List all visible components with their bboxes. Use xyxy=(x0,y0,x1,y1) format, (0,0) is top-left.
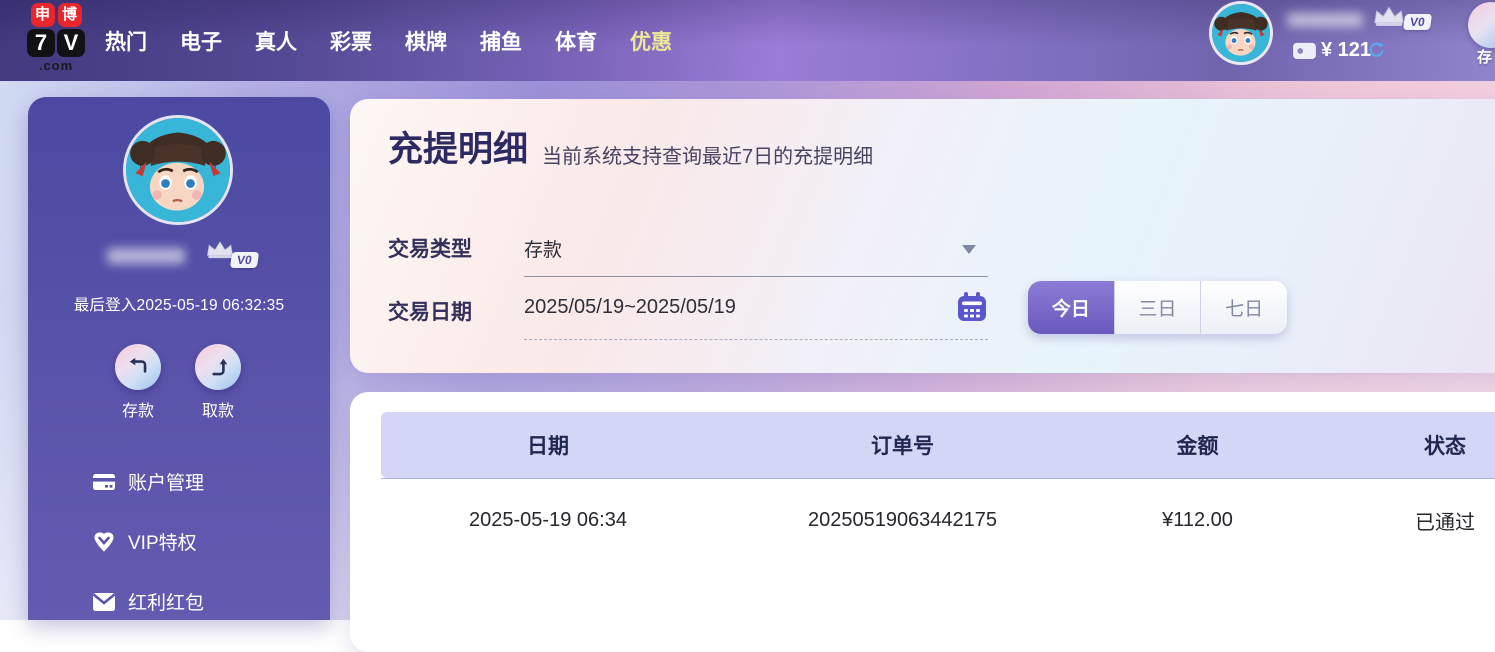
chevron-down-icon[interactable] xyxy=(962,245,976,261)
main-nav: 热门 电子 真人 彩票 棋牌 捕鱼 体育 优惠 xyxy=(105,0,672,81)
nav-item-cards[interactable]: 棋牌 xyxy=(405,26,447,56)
range-3day-button[interactable]: 三日 xyxy=(1114,281,1201,334)
brand-badge-1: 申 xyxy=(31,3,55,27)
nav-item-fishing[interactable]: 捕鱼 xyxy=(480,26,522,56)
username-blurred xyxy=(107,248,185,264)
table-header-row: 日期 订单号 金额 状态 xyxy=(381,412,1495,478)
brand-key-v: V xyxy=(57,29,85,57)
deposit-arrow-icon xyxy=(125,354,151,380)
sidebar: V0 最后登入2025-05-19 06:32:35 存款 取款 账户管理 VI… xyxy=(28,97,330,620)
brand-logo[interactable]: 申 博 7 V .com xyxy=(24,3,88,73)
header-status: 状态 xyxy=(1305,412,1495,478)
records-panel: 日期 订单号 金额 状态 2025-05-19 06:34 2025051906… xyxy=(350,392,1495,652)
calendar-icon[interactable] xyxy=(955,290,989,324)
sidebar-item-vip[interactable]: VIP特权 xyxy=(92,528,197,555)
red-packet-icon xyxy=(92,592,116,612)
username-blurred xyxy=(1287,13,1363,27)
user-avatar[interactable] xyxy=(1212,4,1270,62)
sidebar-item-label: 账户管理 xyxy=(128,468,204,495)
type-underline xyxy=(524,276,988,277)
vip-shield-icon xyxy=(92,530,116,554)
nav-item-promo[interactable]: 优惠 xyxy=(630,26,672,56)
page-title: 充提明细 xyxy=(388,121,528,172)
floating-deposit-label: 存 xyxy=(1477,46,1492,67)
header-amount: 金额 xyxy=(1090,412,1305,478)
brand-tld: .com xyxy=(24,58,88,73)
vip-level-badge[interactable]: V0 xyxy=(230,252,259,268)
cell-date: 2025-05-19 06:34 xyxy=(381,478,715,562)
last-login-text: 最后登入2025-05-19 06:32:35 xyxy=(28,293,330,315)
date-range-input[interactable]: 2025/05/19~2025/05/19 xyxy=(524,296,736,319)
brand-badges: 申 博 xyxy=(24,3,88,27)
header-order-no: 订单号 xyxy=(715,412,1090,478)
date-underline xyxy=(524,339,988,340)
wallet-icon xyxy=(1292,41,1317,60)
sidebar-item-label: 红利红包 xyxy=(128,588,204,615)
avatar-illustration xyxy=(126,118,230,222)
range-today-button[interactable]: 今日 xyxy=(1028,281,1114,334)
cell-status: 已通过 xyxy=(1305,478,1495,562)
brand-name: 7 V xyxy=(24,29,88,57)
withdraw-arrow-icon xyxy=(205,354,231,380)
refresh-balance-icon[interactable] xyxy=(1367,41,1386,60)
date-range-button-group: 今日 三日 七日 xyxy=(1028,281,1287,334)
transaction-date-label: 交易日期 xyxy=(388,296,472,326)
page-subtitle: 当前系统支持查询最近7日的充提明细 xyxy=(542,140,873,169)
nav-item-sports[interactable]: 体育 xyxy=(555,26,597,56)
deposit-button[interactable] xyxy=(115,344,161,390)
withdraw-label: 取款 xyxy=(188,397,248,421)
transaction-type-label: 交易类型 xyxy=(388,233,472,263)
brand-key-7: 7 xyxy=(27,29,55,57)
sidebar-avatar[interactable] xyxy=(126,118,230,222)
deposit-label: 存款 xyxy=(108,397,168,421)
nav-item-live[interactable]: 真人 xyxy=(255,26,297,56)
nav-item-slots[interactable]: 电子 xyxy=(180,26,222,56)
table-row: 2025-05-19 06:34 20250519063442175 ¥112.… xyxy=(381,478,1495,562)
vip-level-badge[interactable]: V0 xyxy=(1403,14,1432,30)
avatar-illustration xyxy=(1212,4,1270,62)
deposit-details-panel: 充提明细 当前系统支持查询最近7日的充提明细 交易类型 存款 交易日期 2025… xyxy=(350,99,1495,373)
header-date: 日期 xyxy=(381,412,715,478)
withdraw-button[interactable] xyxy=(195,344,241,390)
range-7day-button[interactable]: 七日 xyxy=(1200,281,1287,334)
cell-amount: ¥112.00 xyxy=(1090,478,1305,562)
bank-card-icon xyxy=(92,472,116,492)
balance-amount: ¥ 121 xyxy=(1321,39,1371,62)
sidebar-item-account[interactable]: 账户管理 xyxy=(92,468,204,495)
nav-item-hot[interactable]: 热门 xyxy=(105,26,147,56)
top-nav: 申 博 7 V .com 热门 电子 真人 彩票 棋牌 捕鱼 体育 优惠 xyxy=(0,0,1495,81)
nav-item-lottery[interactable]: 彩票 xyxy=(330,26,372,56)
records-table: 日期 订单号 金额 状态 2025-05-19 06:34 2025051906… xyxy=(381,412,1495,562)
vip-crown-icon xyxy=(1372,3,1406,29)
sidebar-item-label: VIP特权 xyxy=(128,528,197,555)
cell-order-no: 20250519063442175 xyxy=(715,478,1090,562)
transaction-type-select[interactable]: 存款 xyxy=(524,235,562,262)
sidebar-item-bonus[interactable]: 红利红包 xyxy=(92,588,204,615)
brand-badge-2: 博 xyxy=(58,3,82,27)
